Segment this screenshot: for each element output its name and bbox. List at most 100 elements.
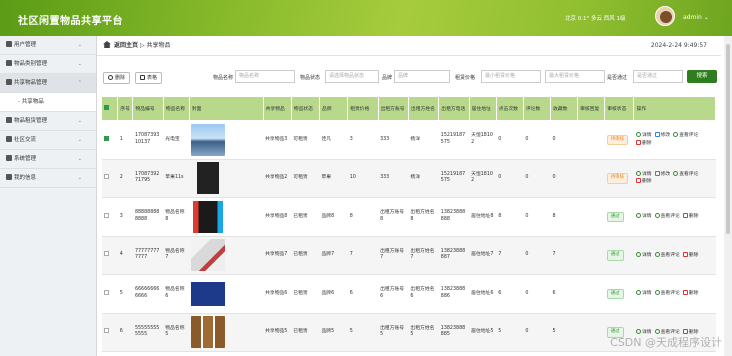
action-删除[interactable]: 删除 <box>682 290 698 298</box>
row-select[interactable] <box>101 159 118 198</box>
cell-brand: 苹果 <box>319 159 348 198</box>
cell-comments: 0 <box>523 313 551 352</box>
cell-owner: 出租方姓名5 <box>408 313 439 352</box>
action-删除[interactable]: 删除 <box>682 251 698 260</box>
cell-reply <box>577 197 605 237</box>
cell-brand: 品牌5 <box>319 313 348 352</box>
cell-phone: 15219187575 <box>438 159 470 198</box>
item-thumbnail[interactable] <box>191 162 226 195</box>
cell-status: 可租赁 <box>291 159 320 198</box>
status-select[interactable]: 请选择物品状态 <box>325 70 379 83</box>
select-all[interactable] <box>100 96 119 121</box>
sidebar-item-0[interactable]: 用户管理 ⌄ <box>0 36 96 55</box>
table-row[interactable]: 5 666666666666 物品名称6 共享物品6 已租赁 品牌6 6 出租方账号6 出租方姓… <box>101 274 716 314</box>
sidebar-item-4[interactable]: 社区交流 ⌄ <box>0 131 96 150</box>
checkbox[interactable] <box>103 174 109 179</box>
cell-share: 共享物品6 <box>263 274 292 314</box>
table-row[interactable]: 2 1708739271795 苹果11s 共享物品2 可租赁 苹果 10 333 杨洋 1521… <box>101 159 716 198</box>
checkbox[interactable] <box>103 328 109 333</box>
action-查看评论[interactable]: 查看评论 <box>654 290 680 298</box>
price-min-input[interactable]: 最小租赁价格 <box>481 70 541 83</box>
main-content: 返回主页 ▷ 共享物品 2024-2-24 9:49:57 删除 表格 物品名称… <box>97 36 721 356</box>
table-row[interactable]: 4 777777777777 物品名称7 共享物品7 已租赁 品牌7 7 出租方账号7 出租方姓… <box>101 236 716 275</box>
row-select[interactable] <box>101 313 118 352</box>
price-max-input[interactable]: 最大租赁价格 <box>545 70 605 83</box>
item-thumbnail[interactable] <box>191 316 226 349</box>
cell-actions: 详情 修改 查看评论删除 <box>633 120 716 160</box>
action-label: 修改 <box>660 133 671 139</box>
checkbox[interactable] <box>103 212 109 218</box>
action-查看评论[interactable]: 查看评论 <box>654 251 680 260</box>
sidebar-subitem[interactable]: - 共享物品 <box>0 93 96 112</box>
sidebar-item-5[interactable]: 系统管理 ⌄ <box>0 150 96 169</box>
sidebar-item-6[interactable]: 我的信息 ⌄ <box>0 169 96 188</box>
sidebar-item-3[interactable]: 物品租赁管理 ⌄ <box>0 112 96 131</box>
cell-status: 已租赁 <box>291 313 320 352</box>
item-thumbnail[interactable] <box>191 200 226 233</box>
action-详情[interactable]: 详情 <box>635 251 652 260</box>
table-row[interactable]: 3 888888888888 物品名称8 共享物品8 已租赁 品牌8 8 出租方账号8 出租方姓… <box>101 197 716 237</box>
action-查看评论[interactable]: 查看评论 <box>654 213 680 221</box>
checkbox[interactable] <box>103 289 109 295</box>
cell-comments: 0 <box>523 197 551 237</box>
cell-status: 已租赁 <box>291 236 320 275</box>
action-label: 查看评论 <box>679 171 699 177</box>
audit-select[interactable]: 是否通过 <box>633 70 683 83</box>
action-查看评论[interactable]: 查看评论 <box>673 132 698 140</box>
checkbox[interactable] <box>104 105 109 110</box>
action-修改[interactable]: 修改 <box>654 132 671 140</box>
action-删除[interactable]: 删除 <box>635 139 652 148</box>
cell-addr: 天恒18102 <box>469 120 497 160</box>
home-icon[interactable] <box>103 41 111 48</box>
sidebar-item-2[interactable]: 共享物品管理 ⌃ <box>0 74 96 93</box>
user-menu[interactable]: admin ⌄ <box>683 14 709 21</box>
breadcrumb-separator: ▷ <box>139 42 145 49</box>
price-label: 租赁价格 <box>455 75 476 81</box>
cell-price: 7 <box>347 236 379 275</box>
cell-idx: 3 <box>117 197 133 237</box>
row-select[interactable] <box>101 120 118 160</box>
cell-phone: 15219187575 <box>438 120 470 160</box>
checkbox[interactable] <box>103 251 109 256</box>
action-删除[interactable]: 删除 <box>635 178 652 186</box>
table-row[interactable]: 1 1708739310137 光电宝 共享物品3 可租赁 佳凡 3 333 杨洋 1521918… <box>101 120 716 160</box>
cell-name: 物品名称5 <box>163 313 190 352</box>
avatar[interactable] <box>655 6 675 26</box>
delete-button[interactable]: 删除 <box>103 72 131 84</box>
action-详情[interactable]: 详情 <box>635 132 652 140</box>
action-查看评论[interactable]: 查看评论 <box>673 170 699 179</box>
action-删除[interactable]: 删除 <box>682 213 698 221</box>
cell-name: 苹果11s <box>163 159 190 198</box>
scrollbar[interactable] <box>724 36 732 356</box>
row-select[interactable] <box>101 197 118 237</box>
search-button[interactable]: 搜索 <box>687 70 717 83</box>
cell-cover <box>189 120 264 160</box>
cell-code: 1708739271795 <box>132 159 164 198</box>
action-修改[interactable]: 修改 <box>654 170 670 179</box>
cell-cover <box>189 236 264 275</box>
checkbox[interactable] <box>103 135 109 141</box>
sidebar-item-label: 物品租赁管理 <box>14 118 48 124</box>
cell-share: 共享物品5 <box>263 313 292 352</box>
item-thumbnail[interactable] <box>191 277 226 310</box>
cell-owner: 杨洋 <box>408 120 439 160</box>
sidebar-item-1[interactable]: 物品类别管理 ⌄ <box>0 55 96 74</box>
action-详情[interactable]: 详情 <box>635 213 652 221</box>
row-select[interactable] <box>101 274 118 314</box>
sidebar: 用户管理 ⌄ 物品类别管理 ⌄ 共享物品管理 ⌃ - 共享物品 物品租赁管理 ⌄ 社区交流 ⌄ 系统管… <box>0 36 97 356</box>
cell-price: 6 <box>347 274 379 314</box>
item-thumbnail[interactable] <box>191 123 226 156</box>
brand-input[interactable]: 品牌 <box>394 70 450 83</box>
edit-icon <box>654 170 660 176</box>
action-详情[interactable]: 详情 <box>635 290 652 298</box>
cell-acct: 出租方账号7 <box>378 236 409 275</box>
name-input[interactable]: 物品名称 <box>235 70 295 83</box>
cell-owner: 杨洋 <box>408 159 439 198</box>
cell-brand: 品牌7 <box>319 236 348 275</box>
item-thumbnail[interactable] <box>191 239 226 272</box>
breadcrumb-home[interactable]: 返回主页 <box>114 42 138 49</box>
cell-clicks: 0 <box>496 159 524 198</box>
action-详情[interactable]: 详情 <box>635 170 652 179</box>
export-button[interactable]: 表格 <box>135 72 163 84</box>
row-select[interactable] <box>101 236 118 275</box>
